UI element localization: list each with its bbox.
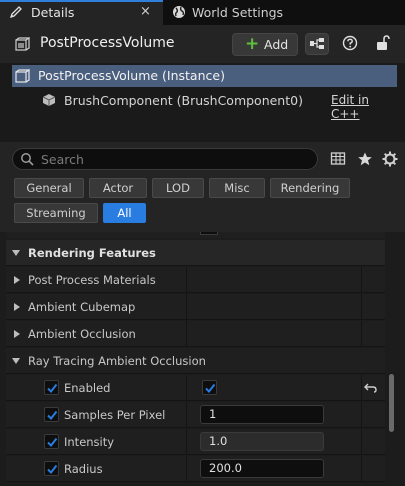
intensity-slider-input[interactable]: 1.0 bbox=[200, 432, 324, 451]
expand-arrow-icon[interactable] bbox=[14, 276, 20, 284]
override-samples-checkbox[interactable] bbox=[44, 407, 59, 422]
tab-bar: Details × World Settings bbox=[0, 0, 405, 25]
add-component-button[interactable]: + Add bbox=[232, 33, 298, 56]
expand-arrow-icon[interactable] bbox=[14, 303, 20, 311]
lock-button[interactable] bbox=[371, 33, 395, 55]
pencil-icon bbox=[9, 5, 23, 19]
property-enabled-row: Enabled bbox=[6, 375, 385, 401]
property-intensity-row: Intensity 1.0 bbox=[6, 429, 385, 455]
filter-all[interactable]: All bbox=[103, 203, 146, 223]
section-label: Rendering Features bbox=[28, 246, 156, 260]
previous-row-fragment bbox=[6, 232, 385, 238]
component-child-row[interactable]: BrushComponent (BrushComponent0) Edit in… bbox=[12, 90, 397, 121]
tab-details[interactable]: Details × bbox=[0, 0, 163, 25]
reset-to-default-icon[interactable] bbox=[364, 382, 378, 394]
blueprint-icon bbox=[310, 38, 324, 49]
help-button[interactable] bbox=[339, 33, 363, 55]
actor-name[interactable]: PostProcessVolume bbox=[40, 35, 174, 51]
details-header: PostProcessVolume + Add bbox=[0, 25, 405, 63]
search-placeholder: Search bbox=[41, 152, 84, 167]
property-radius-row: Radius 200.0 bbox=[6, 456, 385, 482]
collapse-arrow-icon[interactable] bbox=[12, 250, 20, 256]
samples-per-pixel-input[interactable]: 1 bbox=[200, 405, 324, 424]
component-root-label: PostProcessVolume (Instance) bbox=[38, 68, 225, 83]
category-label: Ambient Cubemap bbox=[28, 300, 136, 314]
edit-in-cpp-link[interactable]: Edit in C++ bbox=[331, 93, 397, 121]
volume-icon bbox=[15, 37, 31, 51]
filter-streaming[interactable]: Streaming bbox=[14, 203, 98, 223]
search-input[interactable]: Search bbox=[12, 148, 318, 170]
category-post-process-materials[interactable]: Post Process Materials bbox=[6, 267, 385, 293]
property-label: Radius bbox=[64, 462, 103, 476]
override-intensity-checkbox[interactable] bbox=[44, 434, 59, 449]
filter-misc[interactable]: Misc bbox=[209, 178, 265, 198]
search-icon bbox=[20, 152, 34, 166]
category-label: Ray Tracing Ambient Occlusion bbox=[28, 354, 206, 368]
scrollbar-thumb[interactable] bbox=[389, 374, 394, 432]
property-label: Intensity bbox=[64, 435, 115, 449]
filter-general[interactable]: General bbox=[14, 178, 84, 198]
filter-lod[interactable]: LOD bbox=[152, 178, 204, 198]
category-ray-tracing-ambient-occlusion[interactable]: Ray Tracing Ambient Occlusion bbox=[6, 348, 385, 374]
expand-arrow-icon[interactable] bbox=[14, 330, 20, 338]
filter-actor[interactable]: Actor bbox=[89, 178, 147, 198]
category-ambient-occlusion[interactable]: Ambient Occlusion bbox=[6, 321, 385, 347]
radius-input[interactable]: 200.0 bbox=[200, 459, 324, 478]
cube-icon bbox=[42, 93, 56, 107]
override-enabled-checkbox[interactable] bbox=[44, 380, 59, 395]
gear-icon[interactable] bbox=[382, 151, 398, 167]
category-label: Ambient Occlusion bbox=[28, 327, 136, 341]
component-child-label: BrushComponent (BrushComponent0) bbox=[64, 93, 303, 108]
property-samples-per-pixel-row: Samples Per Pixel 1 bbox=[6, 402, 385, 428]
unlock-icon bbox=[377, 35, 390, 50]
star-icon[interactable] bbox=[357, 151, 373, 167]
tab-details-label: Details bbox=[31, 5, 75, 20]
override-radius-checkbox[interactable] bbox=[44, 461, 59, 476]
plus-icon: + bbox=[245, 34, 260, 54]
globe-icon bbox=[172, 5, 186, 19]
component-root-row[interactable]: PostProcessVolume (Instance) bbox=[12, 65, 397, 87]
section-rendering-features[interactable]: Rendering Features bbox=[6, 240, 385, 266]
property-label: Enabled bbox=[64, 381, 111, 395]
filter-area: Search General Actor LOD Misc Rendering … bbox=[0, 142, 405, 232]
tab-world-settings-label: World Settings bbox=[192, 5, 284, 20]
enabled-value-checkbox[interactable] bbox=[202, 380, 217, 395]
blueprint-button[interactable] bbox=[305, 33, 329, 55]
category-ambient-cubemap[interactable]: Ambient Cubemap bbox=[6, 294, 385, 320]
component-tree: PostProcessVolume (Instance) BrushCompon… bbox=[0, 63, 405, 142]
add-button-label: Add bbox=[264, 37, 289, 52]
category-label: Post Process Materials bbox=[28, 273, 156, 287]
collapse-arrow-icon[interactable] bbox=[12, 358, 20, 364]
help-icon bbox=[342, 35, 358, 51]
table-view-icon[interactable] bbox=[330, 151, 346, 167]
volume-icon bbox=[15, 69, 31, 83]
tab-world-settings[interactable]: World Settings bbox=[165, 0, 315, 25]
property-list: Rendering Features Post Process Material… bbox=[0, 232, 405, 486]
property-label: Samples Per Pixel bbox=[64, 408, 166, 422]
filter-rendering[interactable]: Rendering bbox=[270, 178, 350, 198]
close-icon[interactable]: × bbox=[140, 4, 151, 19]
